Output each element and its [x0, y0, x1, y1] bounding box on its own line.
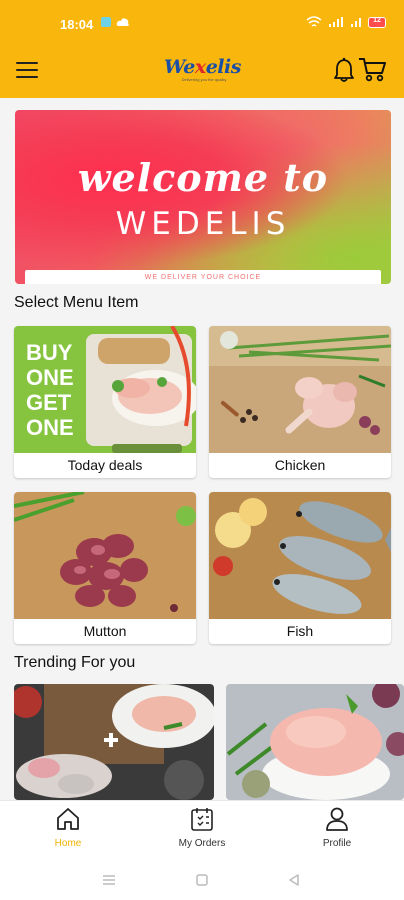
banner-tagline-strip: WE DELIVER YOUR CHOICE [25, 270, 381, 284]
orders-icon [191, 808, 213, 831]
welcome-banner[interactable]: welcome to WEDELIS WE DELIVER YOUR CHOIC… [15, 110, 391, 284]
logo-text: Wexelis [164, 56, 241, 78]
status-notification-icons [100, 16, 130, 28]
cart-icon[interactable] [358, 57, 386, 83]
app-bar: Wexelis Delivering you the quality [0, 48, 404, 98]
trending-title: Trending For you [14, 654, 136, 671]
nav-profile[interactable]: Profile [282, 807, 392, 855]
mutton-image [14, 492, 196, 619]
bell-icon[interactable] [333, 57, 355, 83]
nav-my-orders[interactable]: My Orders [147, 807, 257, 855]
menu-card-today-deals[interactable]: BUY ONE GET ONE Today deals [14, 326, 196, 478]
nav-label: My Orders [178, 838, 226, 849]
fish-image [209, 492, 391, 619]
battery-icon: 12 [368, 16, 386, 28]
menu-card-fish[interactable]: Fish [209, 492, 391, 644]
chicken-breast-illustration [86, 326, 196, 453]
signal-icon [329, 17, 343, 27]
recent-apps-icon[interactable] [102, 874, 116, 886]
select-menu-title: Select Menu Item [14, 294, 139, 311]
status-time: 18:04 [60, 17, 94, 32]
menu-card-label: Mutton [83, 623, 127, 639]
nav-home[interactable]: Home [13, 807, 123, 855]
home-icon [57, 808, 79, 830]
chicken-image [209, 326, 391, 453]
trending-fish-image [14, 684, 214, 800]
trending-item-1[interactable] [14, 684, 214, 800]
system-navigation-bar [0, 858, 404, 900]
trending-item-2[interactable] [226, 684, 404, 800]
menu-card-label: Today deals [67, 457, 143, 473]
menu-card-label: Chicken [274, 457, 326, 473]
banner-tagline: WE DELIVER YOUR CHOICE [144, 274, 262, 281]
banner-welcome-text: welcome to [77, 155, 329, 200]
app-notification-icon [101, 17, 111, 27]
wifi-icon [306, 16, 322, 27]
profile-icon [326, 807, 348, 831]
status-system-icons: 12 [306, 16, 386, 28]
menu-card-label: Fish [286, 623, 314, 639]
status-bar: 18:04 12 [0, 0, 404, 48]
main-content[interactable]: welcome to WEDELIS WE DELIVER YOUR CHOIC… [0, 98, 404, 800]
nav-label: Home [54, 838, 82, 849]
home-system-icon[interactable] [195, 873, 209, 887]
trending-minced-chicken-image [226, 684, 404, 800]
nav-label: Profile [322, 838, 352, 849]
bottom-navigation: Home My Orders Profile [0, 800, 404, 858]
menu-card-chicken[interactable]: Chicken [209, 326, 391, 478]
back-system-icon[interactable] [287, 873, 301, 887]
banner-brand-text: WEDELIS [115, 206, 291, 242]
cloud-icon [116, 18, 129, 26]
menu-card-mutton[interactable]: Mutton [14, 492, 196, 644]
today-deals-image: BUY ONE GET ONE [14, 326, 196, 453]
wedelis-logo: Wexelis Delivering you the quality [164, 56, 244, 86]
menu-icon[interactable] [16, 62, 38, 80]
battery-level: 12 [373, 16, 381, 24]
signal-icon-2 [351, 18, 361, 27]
